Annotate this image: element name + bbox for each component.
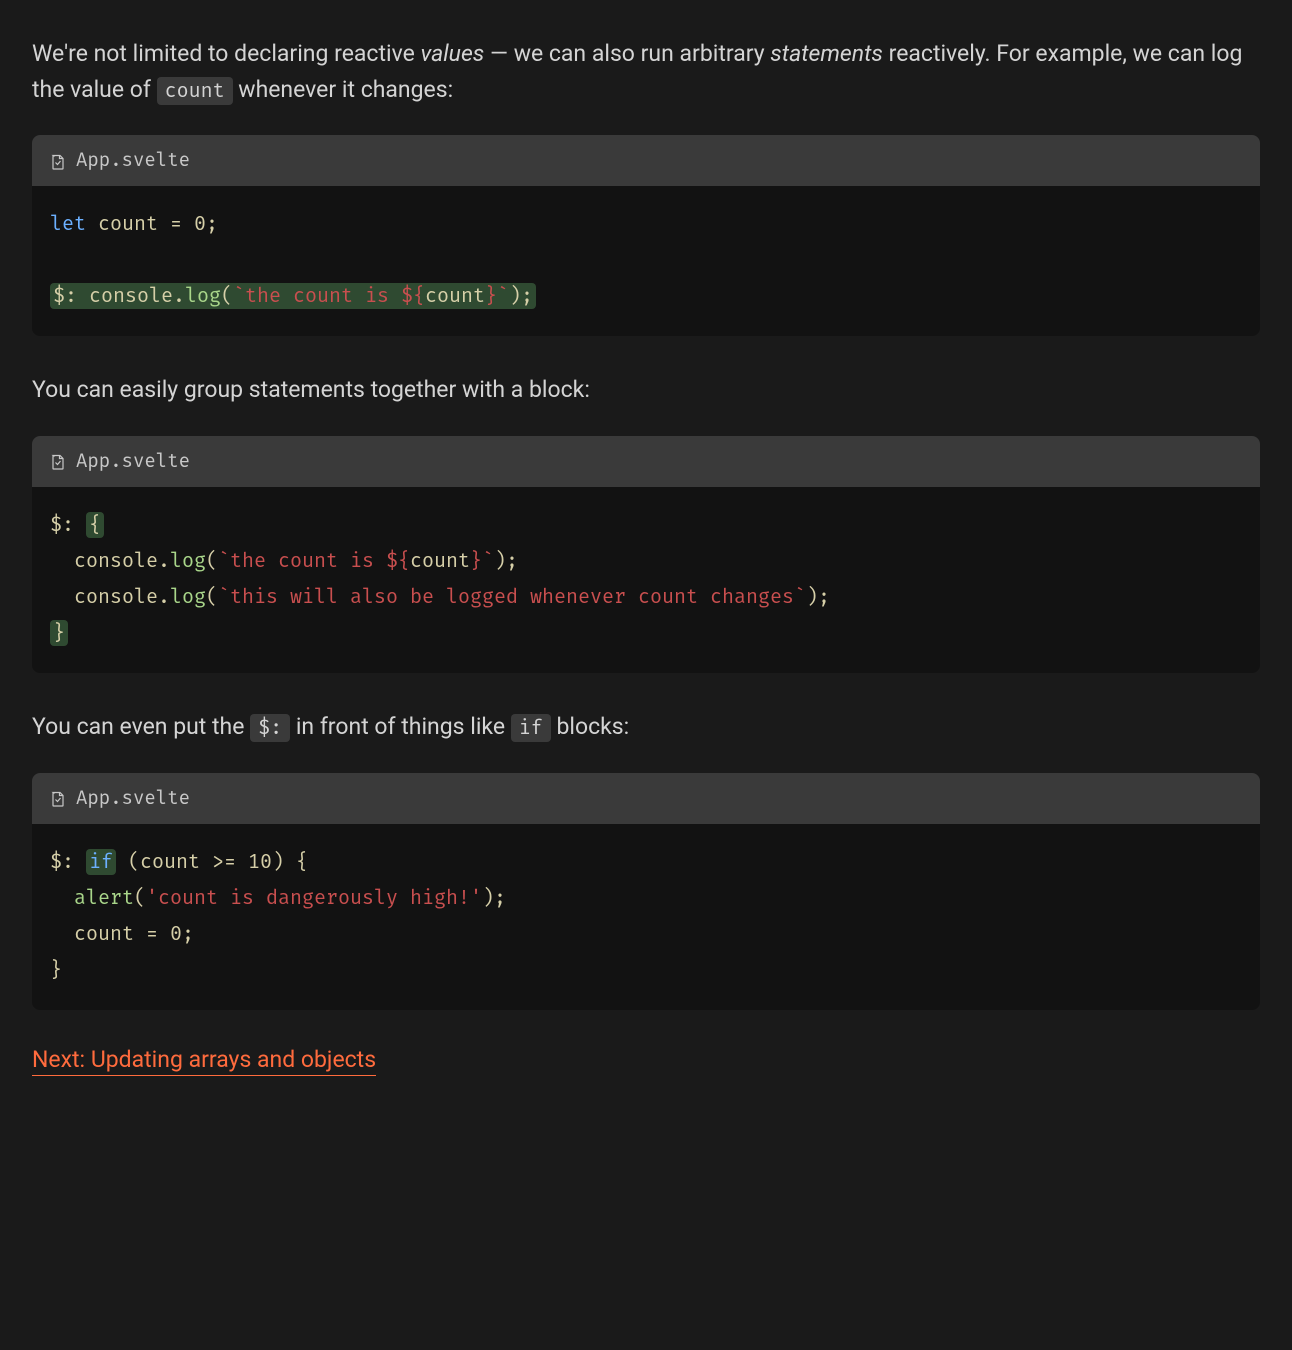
token-function: log [185,284,221,308]
token-indent [50,886,74,910]
text-segment: in front of things like [290,713,511,740]
token-identifier: console. [77,284,185,308]
highlighted-keyword-if: if [86,849,116,875]
code-block-header: App.svelte [32,436,1260,487]
file-icon [50,453,66,469]
code-block-header: App.svelte [32,135,1260,186]
token-paren-semi: ); [494,549,518,573]
token-string: this will also be logged whenever count … [230,585,794,609]
highlighted-brace: { [86,512,104,538]
token-interp-open: ${ [386,549,410,573]
tutorial-content: We're not limited to declaring reactive … [0,0,1292,1133]
token-identifier: console. [74,549,170,573]
token-string: the count is [230,549,386,573]
token-operator: >= [200,850,248,874]
token-brace: { [284,850,308,874]
token-string: the count is [245,284,401,308]
token-identifier: count [140,850,200,874]
token-backtick: ` [482,549,494,573]
file-icon [50,790,66,806]
token-number: 10 [248,850,272,874]
token-paren-semi: ); [806,585,830,609]
text-segment: blocks: [551,713,629,740]
emphasis-statements: statements [770,40,883,67]
code-block-2: App.svelte $: { console.log(`the count i… [32,436,1260,673]
token-paren: ( [221,284,233,308]
token-paren-semi: ); [509,284,533,308]
highlighted-line: $: console.log(`the count is ${count}`); [50,283,536,309]
token-identifier: console. [74,585,170,609]
token-function: log [170,585,206,609]
token-paren: ( [134,886,146,910]
text-segment: We're not limited to declaring reactive [32,40,420,67]
inline-code-if: if [511,714,551,742]
text-segment: You can even put the [32,713,250,740]
token-paren: ) [272,850,284,874]
token-operator: = [134,922,170,946]
emphasis-values: values [420,40,484,67]
token-backtick: ` [218,585,230,609]
token-interp-close: } [470,549,482,573]
token-number: 0 [170,922,182,946]
code-filename: App.svelte [76,787,190,810]
code-body[interactable]: $: if (count >= 10) { alert('count is da… [32,824,1260,1010]
code-filename: App.svelte [76,149,190,172]
token-backtick: ` [794,585,806,609]
code-block-header: App.svelte [32,773,1260,824]
token-paren: ( [116,850,140,874]
text-segment: — we can also run arbitrary [484,40,770,67]
token-reactive-label: $: [50,513,74,537]
inline-code-dollar: $: [250,714,290,742]
token-backtick: ` [233,284,245,308]
token-identifier: count [410,549,470,573]
token-semicolon: ; [182,922,194,946]
token-number: 0 [194,212,206,236]
paragraph-if: You can even put the $: in front of thin… [32,709,1260,745]
code-filename: App.svelte [76,450,190,473]
text-segment: whenever it changes: [233,76,454,103]
token-interp-close: } [485,284,497,308]
token-function: log [170,549,206,573]
token-brace: } [50,958,62,982]
token-indent [50,585,74,609]
token-paren-semi: ); [482,886,506,910]
token-interp-open: ${ [401,284,425,308]
inline-code-count: count [157,77,233,105]
token-identifier: count [425,284,485,308]
paragraph-block: You can easily group statements together… [32,372,1260,408]
token-backtick: ` [218,549,230,573]
token-reactive-label: $: [50,850,74,874]
token-function: alert [74,886,134,910]
token-paren: ( [206,585,218,609]
paragraph-intro: We're not limited to declaring reactive … [32,36,1260,107]
token-identifier: count [98,212,158,236]
token-operator: = [158,212,194,236]
code-body[interactable]: let count = 0; $: console.log(`the count… [32,186,1260,336]
token-identifier: count [74,922,134,946]
highlighted-brace: } [50,620,68,646]
token-semicolon: ; [206,212,218,236]
code-block-1: App.svelte let count = 0; $: console.log… [32,135,1260,336]
file-icon [50,153,66,169]
code-block-3: App.svelte $: if (count >= 10) { alert('… [32,773,1260,1010]
token-indent [50,922,74,946]
token-indent [50,549,74,573]
token-reactive-label: $: [53,284,77,308]
code-body[interactable]: $: { console.log(`the count is ${count}`… [32,487,1260,673]
token-keyword-let: let [50,212,86,236]
next-link[interactable]: Next: Updating arrays and objects [32,1046,376,1076]
token-string: 'count is dangerously high!' [146,886,482,910]
token-paren: ( [206,549,218,573]
token-backtick: ` [497,284,509,308]
